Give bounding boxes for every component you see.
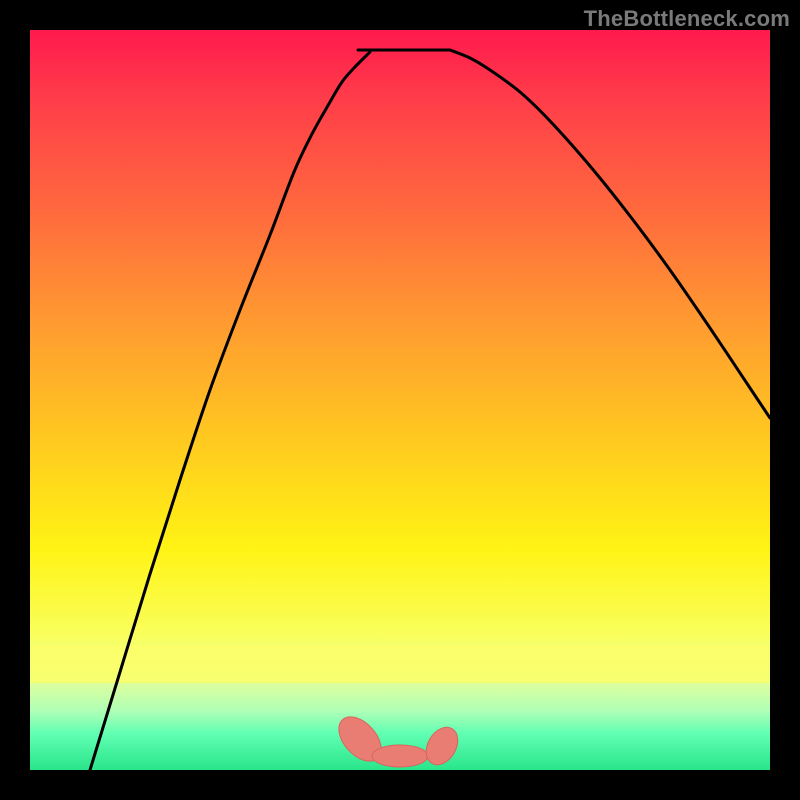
curve-left-branch [90,52,370,770]
flat-markers-group [331,709,464,770]
curve-right-branch [450,50,770,418]
source-attribution: TheBottleneck.com [584,6,790,32]
flat-marker [420,722,464,770]
flat-marker [372,745,428,767]
bottleneck-curve-chart [30,30,770,770]
